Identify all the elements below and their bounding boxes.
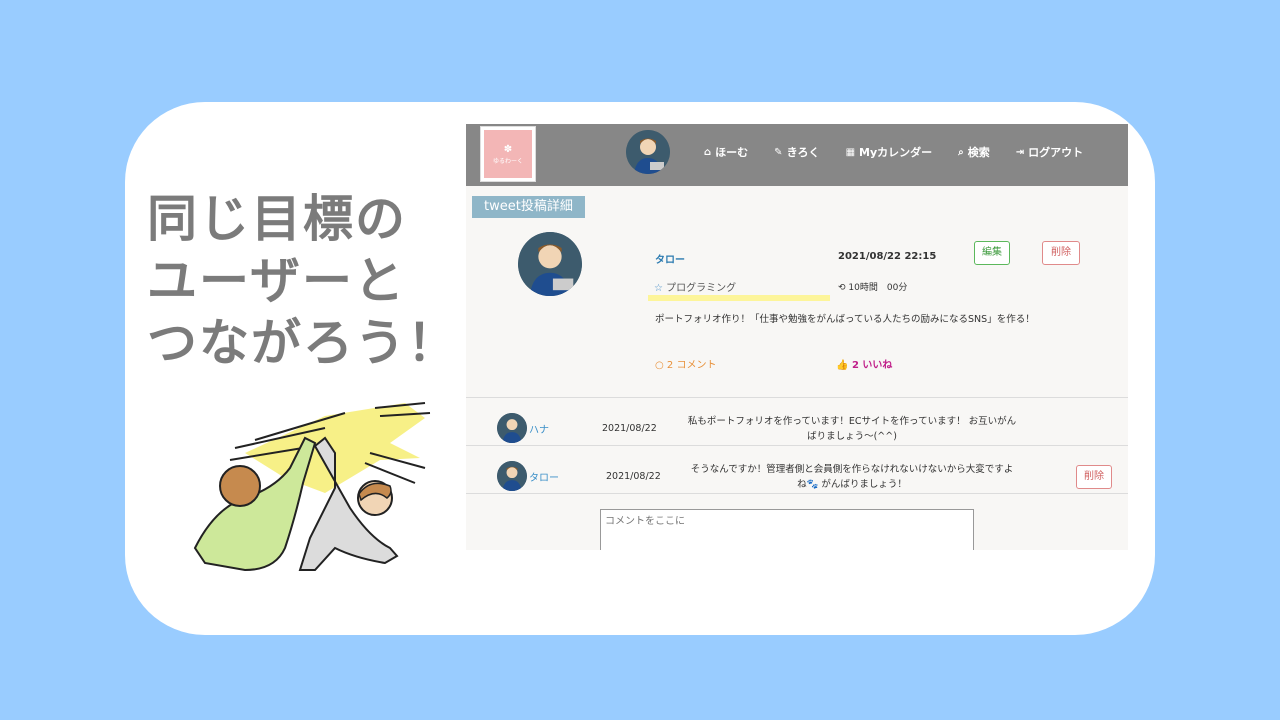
- calendar-icon: ▦: [845, 146, 856, 158]
- comments-count-label: 2 コメント: [666, 360, 717, 371]
- comment-text: そうなんですか！管理者側と会員側を作らなけれないけないから大変ですよ ね🐾 がん…: [671, 462, 1033, 492]
- likes-button[interactable]: 👍 2 いいね: [836, 356, 892, 371]
- comment-text-line: 私もポートフォリオを作っています！ECサイトを作っています！ お互いがん: [687, 416, 1017, 427]
- logo-text: ゆるわーく: [492, 157, 523, 165]
- comment-date: 2021/08/22: [602, 423, 657, 434]
- post-username[interactable]: タロー: [655, 251, 685, 266]
- comment-icon: ○: [655, 360, 664, 371]
- app-screenshot: ✽ ゆるわーく ⌂ ほーむ ✎ きろく ▦ Myカレンダー ⌕ 検索 ⇥ ログア…: [466, 124, 1128, 550]
- comment-username[interactable]: タロー: [529, 469, 559, 484]
- search-icon: ⌕: [958, 146, 964, 158]
- comment-avatar-image: [497, 461, 527, 491]
- user-avatar[interactable]: [626, 130, 670, 174]
- nav-item-home[interactable]: ⌂ ほーむ: [704, 144, 748, 160]
- nav-item-calendar[interactable]: ▦ Myカレンダー: [846, 144, 933, 160]
- post-study-time-value: 10時間 00分: [848, 283, 908, 293]
- logo-mark: ✽: [503, 143, 513, 155]
- post-study-time: ⟲ 10時間 00分: [838, 280, 907, 293]
- nav-item-label: ほーむ: [715, 146, 749, 159]
- post-avatar-image: [518, 232, 582, 296]
- comment-avatar[interactable]: [497, 461, 527, 491]
- logout-icon: ⇥: [1015, 146, 1025, 158]
- comment-text-line: ばりましょう〜(^^): [807, 431, 897, 442]
- high-five-illustration: [193, 402, 431, 572]
- app-logo[interactable]: ✽ ゆるわーく: [480, 126, 536, 182]
- comment-text-line: そうなんですか！管理者側と会員側を作らなけれないけないから大変ですよ: [690, 464, 1014, 475]
- tag-highlight: [648, 295, 830, 301]
- thumbs-up-icon: 👍: [836, 360, 849, 371]
- comment-avatar-image: [497, 413, 527, 443]
- comment-text-line: ね🐾 がんばりましょう！: [797, 479, 907, 490]
- comment-date: 2021/08/22: [606, 471, 661, 482]
- comments-count[interactable]: ○ 2 コメント: [655, 356, 716, 371]
- comment-text: 私もポートフォリオを作っています！ECサイトを作っています！ お互いがん ばりま…: [671, 414, 1033, 444]
- edit-icon: ✎: [774, 146, 783, 158]
- nav-item-record[interactable]: ✎ きろく: [774, 144, 819, 160]
- headline-line-2: ユーザーと: [147, 252, 406, 310]
- nav-item-label: Myカレンダー: [859, 146, 933, 159]
- post-tag[interactable]: ☆ プログラミング: [654, 279, 736, 294]
- edit-button[interactable]: 編集: [974, 241, 1010, 265]
- divider: [466, 445, 1128, 446]
- user-avatar-image: [626, 130, 670, 174]
- logo-inner: ✽ ゆるわーく: [484, 130, 532, 178]
- comment-input[interactable]: [600, 509, 974, 550]
- divider: [466, 493, 1128, 494]
- headline-line-1: 同じ目標の: [147, 190, 407, 248]
- nav-item-logout[interactable]: ⇥ ログアウト: [1016, 144, 1083, 160]
- nav-item-label: ログアウト: [1028, 146, 1084, 159]
- post-tag-label: プログラミング: [666, 283, 737, 294]
- nav-menu: ⌂ ほーむ ✎ きろく ▦ Myカレンダー ⌕ 検索 ⇥ ログアウト: [704, 144, 1083, 160]
- divider: [466, 397, 1128, 398]
- history-icon: ⟲: [838, 283, 846, 293]
- home-icon: ⌂: [704, 146, 712, 158]
- comment-avatar[interactable]: [497, 413, 527, 443]
- post-avatar[interactable]: [518, 232, 582, 296]
- headline-line-3: つながろう！: [147, 314, 459, 372]
- likes-count-label: 2 いいね: [851, 360, 893, 371]
- navbar: ✽ ゆるわーく ⌂ ほーむ ✎ きろく ▦ Myカレンダー ⌕ 検索 ⇥ ログア…: [466, 124, 1128, 186]
- section-title: tweet投稿詳細: [472, 196, 585, 218]
- nav-item-search[interactable]: ⌕ 検索: [958, 144, 990, 160]
- post-datetime: 2021/08/22 22:15: [838, 251, 937, 262]
- star-icon: ☆: [654, 283, 663, 294]
- post-body: ポートフォリオ作り！「仕事や勉強をがんばっている人たちの励みになるSNS」を作る…: [655, 314, 1035, 325]
- headline: 同じ目標の ユーザーと つながろう！: [147, 188, 477, 374]
- delete-comment-button[interactable]: 削除: [1076, 465, 1112, 489]
- delete-post-button[interactable]: 削除: [1042, 241, 1080, 265]
- comment-username[interactable]: ハナ: [529, 421, 549, 436]
- nav-item-label: 検索: [967, 146, 990, 159]
- nav-item-label: きろく: [786, 146, 820, 159]
